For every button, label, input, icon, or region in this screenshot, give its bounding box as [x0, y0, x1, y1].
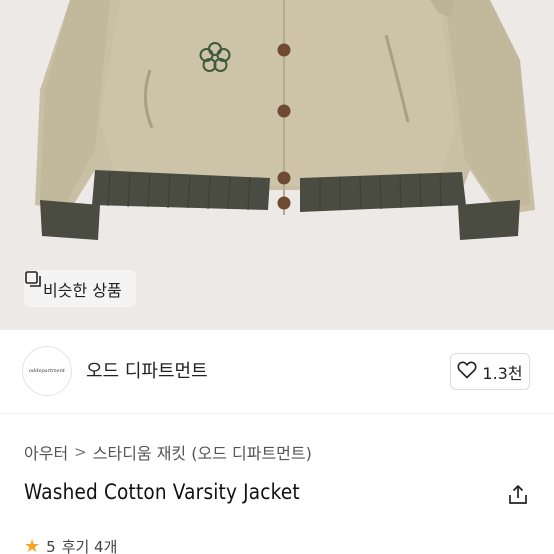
similar-items-button[interactable]: 비슷한 상품 [24, 270, 136, 307]
like-button[interactable]: 1.3천 [450, 353, 530, 390]
share-button[interactable] [506, 483, 530, 507]
rating-row[interactable]: ★ 5 후기 4개 [24, 536, 117, 554]
review-count: 후기 4개 [61, 538, 118, 554]
product-title: Washed Cotton Varsity Jacket [24, 480, 300, 504]
brand-name[interactable]: 오드 디파트먼트 [86, 357, 208, 383]
similar-items-label: 비슷한 상품 [43, 280, 122, 300]
divider [0, 413, 554, 414]
breadcrumb-category[interactable]: 아우터 [24, 440, 68, 464]
brand-logo-text: oddepartment [29, 368, 65, 374]
product-image[interactable]: 비슷한 상품 [0, 0, 554, 330]
brand-row: oddepartment 오드 디파트먼트 1.3천 [0, 340, 554, 404]
breadcrumb-subcategory[interactable]: 스타디움 재킷 (오드 디파트먼트) [93, 440, 312, 464]
heart-icon [457, 361, 477, 383]
brand-logo[interactable]: oddepartment [22, 346, 72, 396]
share-icon [509, 485, 527, 504]
chevron-right-icon: > [74, 443, 87, 461]
breadcrumb: 아우터 > 스타디움 재킷 (오드 디파트먼트) [24, 440, 312, 464]
star-icon: ★ [24, 536, 41, 554]
like-count: 1.3천 [482, 363, 523, 383]
rating-score: 5 [46, 537, 56, 554]
